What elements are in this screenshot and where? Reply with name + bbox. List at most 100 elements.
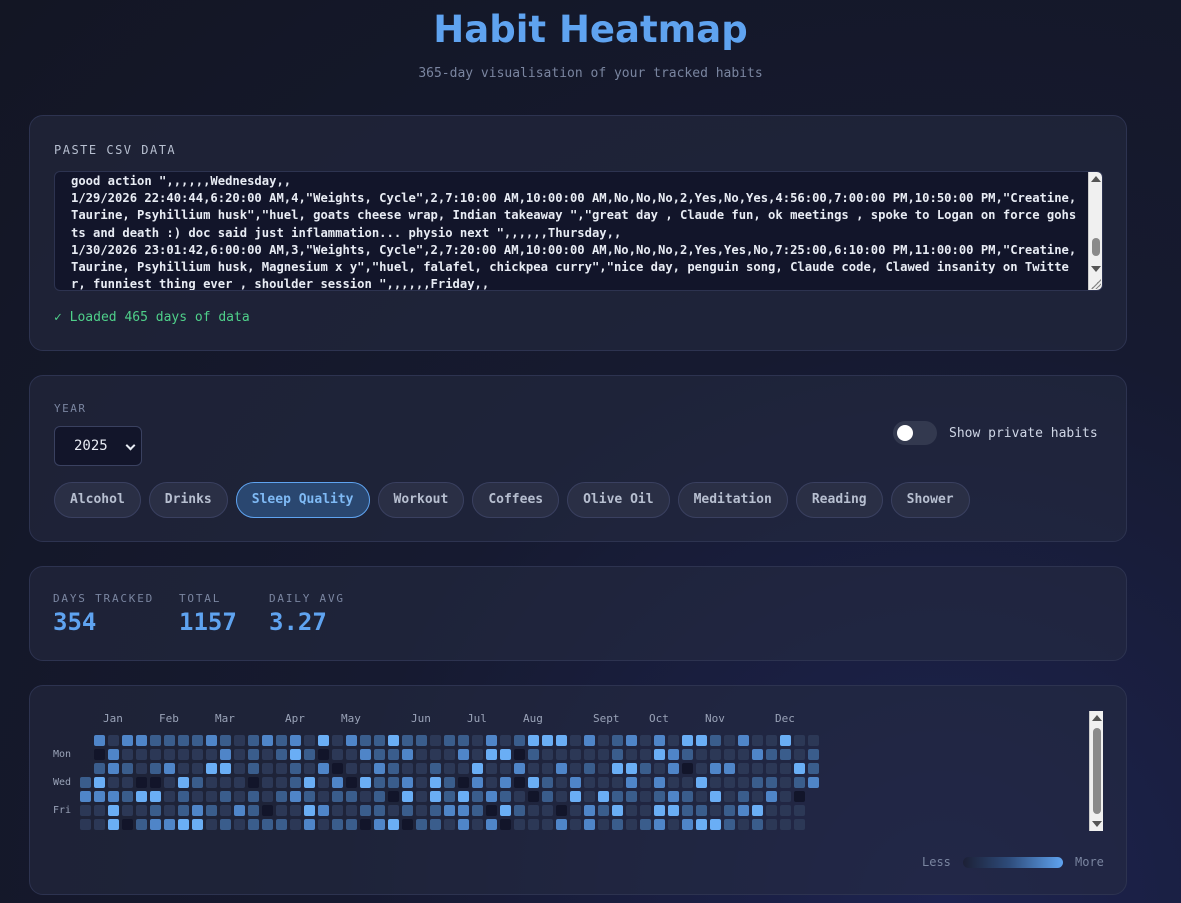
csv-scrollbar[interactable] [1088,172,1102,290]
heatmap-cell[interactable] [94,749,105,760]
heatmap-cell[interactable] [668,791,679,802]
heatmap-cell[interactable] [458,777,469,788]
heatmap-cell[interactable] [514,777,525,788]
heatmap-cell[interactable] [598,791,609,802]
heatmap-cell[interactable] [388,735,399,746]
heatmap-cell[interactable] [808,777,819,788]
heatmap-cell[interactable] [528,819,539,830]
heatmap-cell[interactable] [752,777,763,788]
heatmap-cell[interactable] [696,735,707,746]
heatmap-cell[interactable] [374,749,385,760]
heatmap-cell[interactable] [598,805,609,816]
heatmap-cell[interactable] [122,749,133,760]
heatmap-cell[interactable] [360,735,371,746]
heatmap-cell[interactable] [570,805,581,816]
heatmap-cell[interactable] [486,763,497,774]
heatmap-cell[interactable] [542,819,553,830]
heatmap-cell[interactable] [472,777,483,788]
habit-chip-shower[interactable]: Shower [890,482,970,518]
heatmap-cell[interactable] [794,777,805,788]
heatmap-cell[interactable] [290,763,301,774]
heatmap-cell[interactable] [430,805,441,816]
heatmap-cell[interactable] [542,791,553,802]
heatmap-cell[interactable] [710,735,721,746]
heatmap-cell[interactable] [220,763,231,774]
heatmap-cell[interactable] [164,791,175,802]
heatmap-cell[interactable] [318,735,329,746]
heatmap-cell[interactable] [150,791,161,802]
heatmap-cell[interactable] [528,763,539,774]
heatmap-cell[interactable] [766,735,777,746]
heatmap-cell[interactable] [248,777,259,788]
heatmap-cell[interactable] [696,819,707,830]
year-select[interactable]: 2025 [54,426,142,466]
heatmap-cell[interactable] [276,763,287,774]
heatmap-cell[interactable] [388,763,399,774]
heatmap-cell[interactable] [374,777,385,788]
heatmap-cell[interactable] [304,791,315,802]
heatmap-cell[interactable] [794,791,805,802]
heatmap-cell[interactable] [360,763,371,774]
heatmap-cell[interactable] [584,777,595,788]
heatmap-cell[interactable] [626,749,637,760]
heatmap-cell[interactable] [332,735,343,746]
heatmap-cell[interactable] [430,777,441,788]
heatmap-cell[interactable] [682,819,693,830]
heatmap-cell[interactable] [430,749,441,760]
heatmap-cell[interactable] [598,777,609,788]
heatmap-cell[interactable] [766,777,777,788]
heatmap-cell[interactable] [402,749,413,760]
scroll-up-icon[interactable] [1091,176,1101,182]
heatmap-cell[interactable] [388,819,399,830]
heatmap-cell[interactable] [388,791,399,802]
heatmap-cell[interactable] [514,791,525,802]
heatmap-cell[interactable] [248,763,259,774]
heatmap-cell[interactable] [766,791,777,802]
heatmap-cell[interactable] [808,735,819,746]
heatmap-cell[interactable] [570,791,581,802]
heatmap-cell[interactable] [500,777,511,788]
heatmap-cell[interactable] [780,819,791,830]
heatmap-cell[interactable] [626,763,637,774]
heatmap-cell[interactable] [276,735,287,746]
heatmap-cell[interactable] [780,805,791,816]
heatmap-cell[interactable] [374,735,385,746]
heatmap-cell[interactable] [318,763,329,774]
heatmap-cell[interactable] [598,735,609,746]
heatmap-cell[interactable] [472,819,483,830]
heatmap-cell[interactable] [626,819,637,830]
heatmap-scroll-thumb[interactable] [1093,728,1101,814]
heatmap-cell[interactable] [234,791,245,802]
heatmap-cell[interactable] [332,763,343,774]
heatmap-cell[interactable] [444,777,455,788]
heatmap-cell[interactable] [570,777,581,788]
heatmap-cell[interactable] [80,805,91,816]
heatmap-cell[interactable] [542,763,553,774]
heatmap-cell[interactable] [682,749,693,760]
heatmap-cell[interactable] [710,791,721,802]
heatmap-cell[interactable] [374,791,385,802]
heatmap-cell[interactable] [248,749,259,760]
heatmap-cell[interactable] [486,735,497,746]
scroll-up-icon[interactable] [1092,715,1102,721]
heatmap-cell[interactable] [262,791,273,802]
heatmap-cell[interactable] [486,749,497,760]
heatmap-cell[interactable] [808,749,819,760]
heatmap-cell[interactable] [416,791,427,802]
heatmap-cell[interactable] [472,735,483,746]
heatmap-cell[interactable] [612,805,623,816]
heatmap-cell[interactable] [122,819,133,830]
heatmap-cell[interactable] [80,777,91,788]
heatmap-cell[interactable] [234,805,245,816]
heatmap-cell[interactable] [374,763,385,774]
heatmap-cell[interactable] [696,791,707,802]
heatmap-cell[interactable] [206,763,217,774]
heatmap-cell[interactable] [514,749,525,760]
heatmap-cell[interactable] [682,791,693,802]
heatmap-cell[interactable] [514,735,525,746]
heatmap-cell[interactable] [192,791,203,802]
heatmap-cell[interactable] [668,749,679,760]
heatmap-cell[interactable] [584,735,595,746]
heatmap-cell[interactable] [528,735,539,746]
heatmap-cell[interactable] [612,791,623,802]
